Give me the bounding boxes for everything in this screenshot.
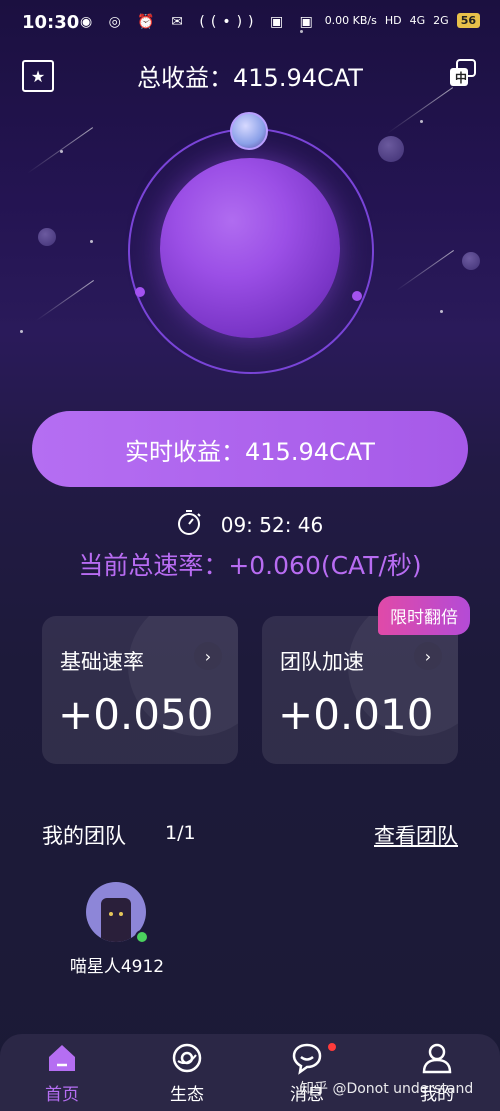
stopwatch-icon [177, 508, 203, 541]
small-planet-decoration [378, 136, 404, 162]
star-decoration [20, 330, 23, 333]
star-decoration [300, 30, 303, 33]
star-decoration [420, 120, 423, 123]
countdown-time: 09: 52: 46 [220, 512, 324, 537]
message-icon [289, 1040, 325, 1076]
notification-icons: ◉ ◎ ⏰ ✉ ((•)) ▣ ▣ [80, 14, 319, 30]
small-planet-decoration [38, 228, 56, 246]
card-label: 团队加速 [280, 650, 364, 674]
card-value: +0.050 [58, 690, 214, 739]
home-icon [44, 1040, 80, 1076]
hd-icon: HD [384, 14, 402, 27]
tab-ecosystem[interactable]: 生态 [137, 1040, 237, 1105]
limited-double-badge: 限时翻倍 [378, 596, 470, 635]
tab-home[interactable]: 首页 [12, 1040, 112, 1105]
moon-graphic [230, 112, 268, 150]
meteor-decoration [26, 127, 94, 174]
status-time: 10:30 [22, 12, 80, 33]
tab-label: 首页 [45, 1085, 79, 1105]
network-2g: 2G [433, 14, 449, 27]
timer-row: 09: 52: 46 [0, 508, 500, 541]
status-right: 0.00 KB/s HD 4G 2G 56 [325, 13, 480, 28]
star-decoration [90, 240, 93, 243]
meteor-decoration [396, 250, 454, 291]
watermark: 知乎 @Donot understand [300, 1081, 474, 1097]
team-count: 1/1 [165, 822, 196, 844]
member-name: 喵星人4912 [69, 957, 165, 977]
orbit-dot [135, 287, 145, 297]
language-switch-icon[interactable]: 中 [448, 58, 478, 88]
unread-dot [328, 1043, 336, 1051]
meteor-decoration [386, 87, 454, 134]
total-rate: 当前总速率：+0.060(CAT/秒) [78, 551, 422, 580]
language-label: 中 [455, 71, 468, 85]
team-boost-card[interactable]: 团队加速 › +0.010 [262, 616, 458, 764]
ecosystem-icon [169, 1040, 205, 1076]
cat-avatar-icon [101, 898, 131, 942]
planet-graphic[interactable] [160, 158, 340, 338]
chevron-right-icon[interactable]: › [414, 642, 442, 670]
star-decoration [440, 310, 443, 313]
card-label: 基础速率 [60, 650, 144, 674]
orbit-dot [352, 291, 362, 301]
card-value: +0.010 [278, 690, 434, 739]
status-bar: 10:30 ◉ ◎ ⏰ ✉ ((•)) ▣ ▣ 0.00 KB/s HD 4G … [0, 0, 500, 46]
page-title: 总收益：415.94CAT [137, 64, 363, 92]
tab-label: 生态 [170, 1085, 204, 1105]
small-planet-decoration [462, 252, 480, 270]
profile-icon [419, 1040, 455, 1076]
meteor-decoration [36, 280, 94, 321]
team-title: 我的团队 [42, 824, 126, 848]
network-4g: 4G [409, 14, 426, 27]
net-speed: 0.00 KB/s [324, 14, 377, 27]
chevron-right-icon[interactable]: › [194, 642, 222, 670]
realtime-earnings-button[interactable]: 实时收益：415.94CAT [32, 411, 468, 487]
view-team-link[interactable]: 查看团队 [374, 820, 458, 850]
battery-icon: 56 [456, 13, 480, 28]
online-status-dot [135, 930, 149, 944]
base-rate-card[interactable]: 基础速率 › +0.050 [42, 616, 238, 764]
